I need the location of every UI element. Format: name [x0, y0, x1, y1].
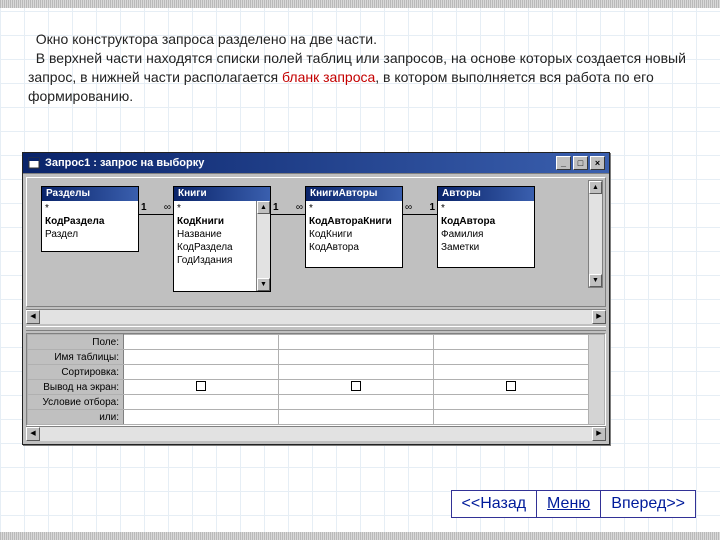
- relation-link: ∞ 1: [403, 186, 437, 286]
- minimize-button[interactable]: _: [556, 156, 571, 170]
- scroll-up-icon[interactable]: ▲: [257, 201, 270, 214]
- relation-link: 1 ∞: [271, 186, 305, 286]
- maximize-button[interactable]: □: [573, 156, 588, 170]
- show-checkbox[interactable]: [196, 381, 206, 391]
- grid-row-or: или:: [28, 410, 605, 425]
- title-bar[interactable]: Запрос1 : запрос на выборку _ □ ×: [23, 153, 609, 173]
- grid-row-criteria: Условие отбора:: [28, 395, 605, 410]
- table-title: Разделы: [42, 187, 138, 201]
- grid-row-sort: Сортировка:: [28, 365, 605, 380]
- table-title: Книги: [174, 187, 270, 201]
- query-grid[interactable]: Поле: Имя таблицы: Сортировка: Вывод на …: [27, 334, 605, 425]
- field-list[interactable]: * КодАвтораКниги КодКниги КодАвтора: [306, 201, 402, 267]
- window-title: Запрос1 : запрос на выборку: [45, 157, 556, 169]
- grid-h-scrollbar[interactable]: ◀ ▶: [26, 426, 606, 441]
- relation-link: 1 ∞: [139, 186, 173, 286]
- field-list[interactable]: * КодРаздела Раздел: [42, 201, 138, 251]
- table-box-knigiavtory[interactable]: КнигиАвторы * КодАвтораКниги КодКниги Ко…: [305, 186, 403, 268]
- tables-pane[interactable]: Разделы * КодРаздела Раздел 1 ∞ Книги: [26, 177, 606, 307]
- nav-forward-button[interactable]: Вперед>>: [600, 490, 696, 518]
- splitter[interactable]: [26, 326, 606, 331]
- table-box-avtory[interactable]: Авторы * КодАвтора Фамилия Заметки: [437, 186, 535, 268]
- table-box-knigi[interactable]: Книги * КодКниги Название КодРаздела Год…: [173, 186, 271, 292]
- nav-back-button[interactable]: <<Назад: [451, 490, 538, 518]
- scroll-left-icon[interactable]: ◀: [26, 427, 40, 441]
- grid-row-field: Поле:: [28, 335, 605, 350]
- scroll-left-icon[interactable]: ◀: [26, 310, 40, 324]
- list-scrollbar[interactable]: ▲ ▼: [256, 201, 270, 291]
- close-button[interactable]: ×: [590, 156, 605, 170]
- field-list[interactable]: * КодАвтора Фамилия Заметки: [438, 201, 534, 267]
- query-designer-window: Запрос1 : запрос на выборку _ □ × Раздел…: [22, 152, 610, 445]
- table-box-razdely[interactable]: Разделы * КодРаздела Раздел: [41, 186, 139, 252]
- show-checkbox[interactable]: [506, 381, 516, 391]
- scroll-down-icon[interactable]: ▼: [257, 278, 270, 291]
- grid-v-scrollbar[interactable]: [589, 335, 605, 425]
- nav-bar: <<Назад Меню Вперед>>: [452, 490, 696, 518]
- table-title: КнигиАвторы: [306, 187, 402, 201]
- table-title: Авторы: [438, 187, 534, 201]
- nav-menu-button[interactable]: Меню: [536, 490, 601, 518]
- scroll-up-icon[interactable]: ▲: [589, 181, 602, 194]
- field-list[interactable]: * КодКниги Название КодРаздела ГодИздани…: [174, 201, 256, 291]
- description-text: Окно конструктора запроса разделено на д…: [28, 30, 700, 106]
- query-grid-pane[interactable]: Поле: Имя таблицы: Сортировка: Вывод на …: [26, 333, 606, 441]
- pane-v-scrollbar[interactable]: ▲ ▼: [588, 180, 603, 288]
- show-checkbox[interactable]: [351, 381, 361, 391]
- scroll-down-icon[interactable]: ▼: [589, 274, 602, 287]
- grid-row-show: Вывод на экран:: [28, 380, 605, 395]
- scroll-right-icon[interactable]: ▶: [592, 427, 606, 441]
- query-icon: [27, 156, 41, 170]
- grid-row-table: Имя таблицы:: [28, 350, 605, 365]
- scroll-right-icon[interactable]: ▶: [592, 310, 606, 324]
- pane-h-scrollbar[interactable]: ◀ ▶: [26, 309, 606, 324]
